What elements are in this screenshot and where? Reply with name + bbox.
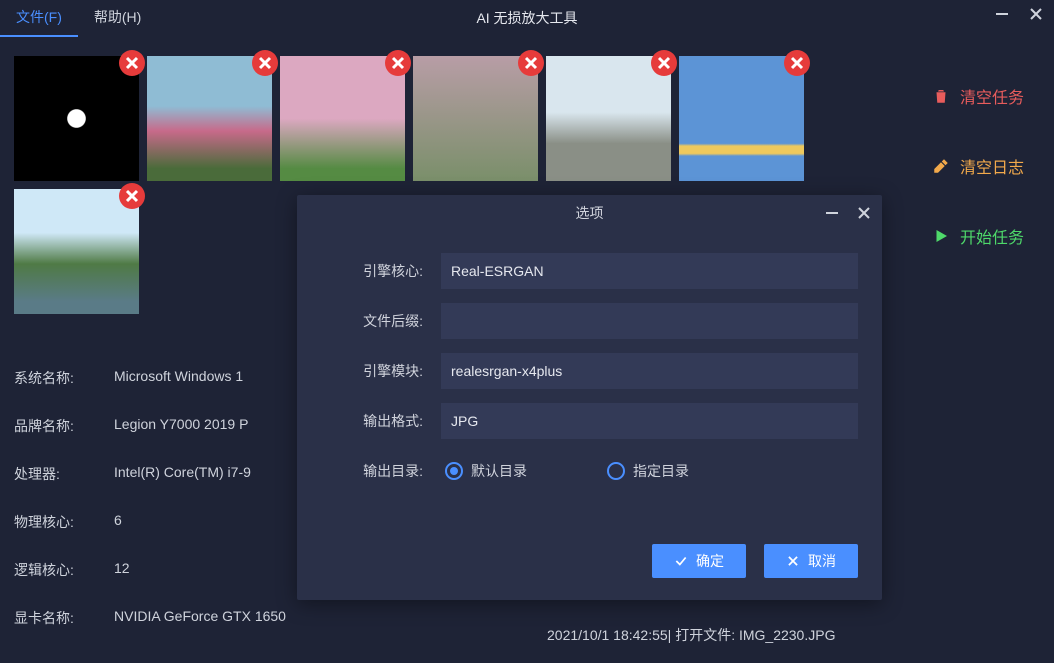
output-dir-radio-group: 默认目录 指定目录 <box>441 461 689 481</box>
dialog-footer: 确定 取消 <box>297 544 882 600</box>
ok-button[interactable]: 确定 <box>652 544 746 578</box>
radio-label: 默认目录 <box>471 461 527 481</box>
close-icon <box>657 56 671 70</box>
close-icon <box>786 554 800 568</box>
button-label: 清空任务 <box>960 84 1024 108</box>
dialog-title: 选项 <box>576 203 604 223</box>
titlebar: 文件(F) 帮助(H) AI 无损放大工具 <box>0 0 1054 36</box>
output-format-row: 输出格式: <box>321 401 858 441</box>
minimize-icon <box>995 7 1009 21</box>
sysinfo-label: 显卡名称: <box>14 608 114 628</box>
remove-thumb-button[interactable] <box>119 183 145 209</box>
close-icon <box>125 189 139 203</box>
minimize-icon <box>825 206 839 220</box>
menu-file[interactable]: 文件(F) <box>0 0 78 37</box>
engine-module-input[interactable] <box>441 353 858 389</box>
cancel-button[interactable]: 取消 <box>764 544 858 578</box>
minimize-button[interactable] <box>994 6 1010 22</box>
close-icon <box>391 56 405 70</box>
field-label: 引擎模块: <box>321 361 441 381</box>
close-button[interactable] <box>1028 6 1044 22</box>
clear-log-button[interactable]: 清空日志 <box>932 154 1024 178</box>
button-label: 确定 <box>696 551 724 571</box>
file-suffix-input[interactable] <box>441 303 858 339</box>
app-title: AI 无损放大工具 <box>476 8 577 28</box>
close-icon <box>1029 7 1043 21</box>
dialog-titlebar: 选项 <box>297 195 882 231</box>
trash-icon <box>932 87 950 105</box>
close-icon <box>790 56 804 70</box>
sysinfo-label: 逻辑核心: <box>14 560 114 580</box>
output-dir-row: 输出目录: 默认目录 指定目录 <box>321 451 858 491</box>
sysinfo-label: 系统名称: <box>14 368 114 388</box>
field-label: 输出目录: <box>321 461 441 481</box>
radio-icon <box>445 462 463 480</box>
action-sidebar: 清空任务 清空日志 开始任务 <box>902 36 1054 663</box>
thumbnail[interactable] <box>679 56 804 181</box>
remove-thumb-button[interactable] <box>119 50 145 76</box>
radio-icon <box>607 462 625 480</box>
thumbnail[interactable] <box>147 56 272 181</box>
engine-module-row: 引擎模块: <box>321 351 858 391</box>
dialog-body: 引擎核心: 文件后缀: 引擎模块: 输出格式: 输出目录: 默认目录 <box>297 231 882 544</box>
output-format-input[interactable] <box>441 403 858 439</box>
sysinfo-label: 物理核心: <box>14 512 114 532</box>
field-label: 输出格式: <box>321 411 441 431</box>
remove-thumb-button[interactable] <box>518 50 544 76</box>
thumbnail[interactable] <box>413 56 538 181</box>
close-icon <box>258 56 272 70</box>
thumbnail[interactable] <box>14 189 139 314</box>
log-line: 2021/10/1 18:42:55| 打开文件: IMG_2230.JPG <box>547 625 835 645</box>
clear-tasks-button[interactable]: 清空任务 <box>932 84 1024 108</box>
close-icon <box>125 56 139 70</box>
remove-thumb-button[interactable] <box>385 50 411 76</box>
start-button[interactable]: 开始任务 <box>932 224 1024 248</box>
thumbnail[interactable] <box>14 56 139 181</box>
remove-thumb-button[interactable] <box>651 50 677 76</box>
radio-label: 指定目录 <box>633 461 689 481</box>
field-label: 引擎核心: <box>321 261 441 281</box>
remove-thumb-button[interactable] <box>784 50 810 76</box>
remove-thumb-button[interactable] <box>252 50 278 76</box>
close-icon <box>524 56 538 70</box>
sysinfo-label: 处理器: <box>14 464 114 484</box>
close-icon <box>857 206 871 220</box>
button-label: 清空日志 <box>960 154 1024 178</box>
button-label: 取消 <box>808 551 836 571</box>
engine-core-row: 引擎核心: <box>321 251 858 291</box>
thumbnail[interactable] <box>546 56 671 181</box>
file-suffix-row: 文件后缀: <box>321 301 858 341</box>
thumbnail[interactable] <box>280 56 405 181</box>
field-label: 文件后缀: <box>321 311 441 331</box>
outdir-custom-radio[interactable]: 指定目录 <box>607 461 689 481</box>
button-label: 开始任务 <box>960 224 1024 248</box>
dialog-controls <box>824 205 872 221</box>
outdir-default-radio[interactable]: 默认目录 <box>445 461 527 481</box>
check-icon <box>674 554 688 568</box>
window-controls <box>994 6 1044 22</box>
dialog-close-button[interactable] <box>856 205 872 221</box>
options-dialog: 选项 引擎核心: 文件后缀: 引擎模块: 输出格式: 输出目录: <box>297 195 882 600</box>
eraser-icon <box>932 157 950 175</box>
menu-help[interactable]: 帮助(H) <box>78 0 157 37</box>
menubar: 文件(F) 帮助(H) <box>0 0 157 37</box>
sysinfo-label: 品牌名称: <box>14 416 114 436</box>
dialog-minimize-button[interactable] <box>824 205 840 221</box>
engine-core-input[interactable] <box>441 253 858 289</box>
play-icon <box>932 227 950 245</box>
